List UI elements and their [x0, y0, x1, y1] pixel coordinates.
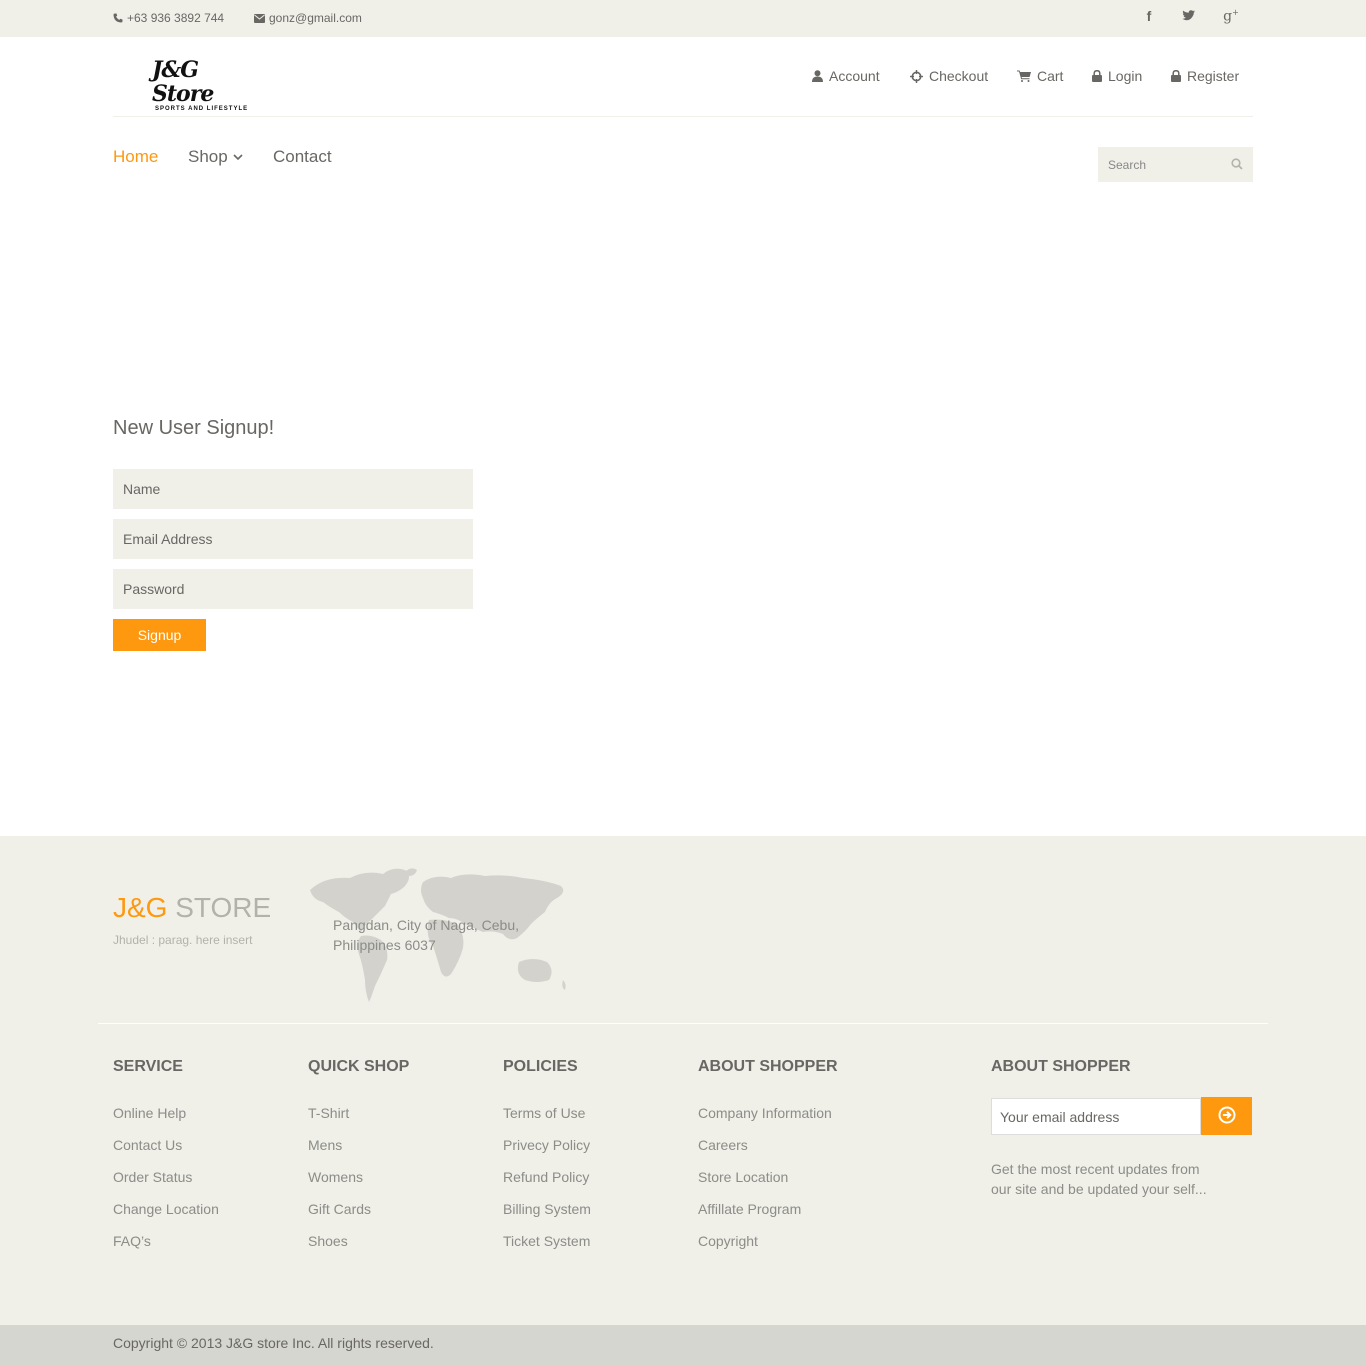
envelope-icon [254, 13, 265, 23]
footer-link[interactable]: Womens [308, 1167, 371, 1199]
footer-link[interactable]: Store Location [698, 1167, 832, 1199]
password-field[interactable] [113, 569, 473, 609]
address-line-1: Pangdan, City of Naga, Cebu, [333, 917, 520, 933]
checkout-link[interactable]: Checkout [910, 68, 988, 84]
brand-store: STORE [167, 892, 272, 923]
signup-title: New User Signup! [113, 417, 275, 439]
store-logo[interactable]: J&G Store SPORTS AND LIFESTYLE [152, 58, 252, 112]
footer-link[interactable]: Contact Us [113, 1135, 219, 1167]
shopping-cart-icon [1017, 70, 1031, 82]
login-label: Login [1108, 68, 1143, 84]
search-box [1098, 147, 1253, 182]
footer-brand: J&G STORE [113, 892, 271, 924]
cart-link[interactable]: Cart [1017, 68, 1063, 84]
top-bar: +63 936 3892 744 gonz@gmail.com f g+ [0, 0, 1366, 37]
facebook-icon[interactable]: f [1138, 8, 1160, 24]
account-label: Account [829, 68, 880, 84]
user-icon [812, 70, 823, 82]
col-heading-quick-shop: QUICK SHOP [308, 1058, 410, 1075]
brand-subtitle: Jhudel : parag. here insert [113, 933, 253, 947]
footer-link[interactable]: Copyright [698, 1231, 832, 1263]
signup-button[interactable]: Signup [113, 619, 206, 651]
address-line-2: Philippines 6037 [333, 937, 436, 953]
subscribe-email-input[interactable] [991, 1098, 1201, 1135]
footer-link[interactable]: Terms of Use [503, 1103, 591, 1135]
email-field[interactable] [113, 519, 473, 559]
checkout-label: Checkout [929, 68, 989, 84]
footer-link[interactable]: Online Help [113, 1103, 219, 1135]
footer-link[interactable]: Ticket System [503, 1231, 591, 1263]
footer-link[interactable]: Change Location [113, 1199, 219, 1231]
policies-links: Terms of Use Privecy Policy Refund Polic… [503, 1103, 591, 1263]
footer-link[interactable]: Order Status [113, 1167, 219, 1199]
nav-shop[interactable]: Shop [188, 147, 243, 167]
footer-divider [98, 1023, 1268, 1024]
register-label: Register [1187, 68, 1240, 84]
quick-shop-links: T-Shirt Mens Womens Gift Cards Shoes [308, 1103, 371, 1263]
footer-link[interactable]: FAQ’s [113, 1231, 219, 1263]
copyright-text: Copyright © 2013 J&G store Inc. All righ… [113, 1335, 434, 1351]
footer-link[interactable]: Refund Policy [503, 1167, 591, 1199]
col-heading-policies: POLICIES [503, 1058, 578, 1075]
service-links: Online Help Contact Us Order Status Chan… [113, 1103, 219, 1263]
col-heading-service: SERVICE [113, 1058, 183, 1075]
footer-link[interactable]: Careers [698, 1135, 832, 1167]
logo-tagline: SPORTS AND LIFESTYLE [155, 106, 249, 112]
crosshairs-icon [910, 69, 923, 83]
phone-number: +63 936 3892 744 [127, 11, 225, 25]
footer-link[interactable]: Gift Cards [308, 1199, 371, 1231]
google-plus-icon[interactable]: g+ [1220, 8, 1242, 25]
subscribe-button[interactable] [1201, 1097, 1252, 1135]
twitter-icon[interactable] [1177, 8, 1199, 24]
footer-link[interactable]: Company Information [698, 1103, 832, 1135]
arrow-circle-right-icon [1218, 1106, 1235, 1123]
footer-link[interactable]: T-Shirt [308, 1103, 371, 1135]
chevron-down-icon [233, 153, 243, 160]
email-address: gonz@gmail.com [269, 11, 362, 25]
footer-address: Pangdan, City of Naga, Cebu, Philippines… [333, 915, 519, 955]
search-icon[interactable] [1231, 158, 1243, 170]
nav-home[interactable]: Home [113, 147, 158, 167]
lock-icon [1092, 70, 1102, 82]
footer-link[interactable]: Shoes [308, 1231, 371, 1263]
email-contact[interactable]: gonz@gmail.com [254, 11, 362, 25]
search-input[interactable] [1098, 147, 1223, 182]
footer-link[interactable]: Billing System [503, 1199, 591, 1231]
logo-script: J&G Store [152, 57, 214, 107]
login-link[interactable]: Login [1092, 68, 1142, 84]
header-divider [113, 116, 1253, 117]
footer-link[interactable]: Privecy Policy [503, 1135, 591, 1167]
account-link[interactable]: Account [812, 68, 880, 84]
col-heading-about-shopper: ABOUT SHOPPER [698, 1058, 838, 1075]
nav-shop-label: Shop [188, 147, 228, 166]
brand-jg: J&G [113, 892, 168, 923]
lock-icon [1171, 70, 1181, 82]
name-field[interactable] [113, 469, 473, 509]
register-link[interactable]: Register [1171, 68, 1239, 84]
footer-link[interactable]: Mens [308, 1135, 371, 1167]
phone-contact[interactable]: +63 936 3892 744 [113, 11, 224, 25]
phone-icon [113, 13, 123, 23]
about-shopper-links: Company Information Careers Store Locati… [698, 1103, 832, 1263]
subscribe-text: Get the most recent updates from our sit… [991, 1161, 1207, 1197]
col-heading-subscribe: ABOUT SHOPPER [991, 1058, 1131, 1075]
nav-contact[interactable]: Contact [273, 147, 332, 167]
footer-link[interactable]: Affillate Program [698, 1199, 832, 1231]
cart-label: Cart [1037, 68, 1064, 84]
